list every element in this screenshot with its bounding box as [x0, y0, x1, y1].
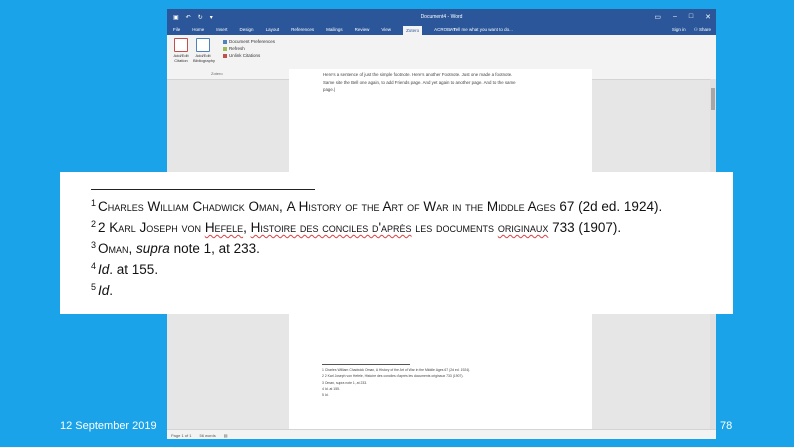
tab-layout[interactable]: Layout — [266, 27, 280, 35]
sign-in-link[interactable]: Sign in — [672, 27, 686, 33]
body-line: Same site the Bell one again, to add Fri… — [323, 79, 516, 85]
refresh-button[interactable]: Refresh — [223, 45, 275, 52]
ribbon-group-label: Zotero — [211, 71, 223, 76]
title-bar: ▣ ↶ ↻ ▾ Document4 - Word ▭ – □ ✕ — [167, 9, 716, 25]
refresh-icon — [223, 46, 227, 51]
footnote-3: 3 Oman, supra note 1, at 233. — [91, 240, 260, 256]
footnote-2: 22 Karl Joseph von Hefele, Histoire des … — [91, 219, 622, 235]
page-count[interactable]: Page 1 of 1 — [171, 433, 191, 438]
window-title: Document4 - Word — [420, 14, 463, 20]
footnote-number: 2 — [91, 219, 97, 229]
body-line: page.| — [323, 87, 336, 92]
share-button[interactable]: ⚇ Share — [694, 27, 711, 33]
add-bibliography-button[interactable]: Add/Edit Bibliography — [193, 38, 215, 63]
slide-date: 12 September 2019 — [60, 420, 157, 432]
footnote-4: 4 Id. at 155. — [91, 261, 159, 277]
tab-home[interactable]: Home — [192, 27, 204, 35]
footnote-1: 1 Charles William Chadwick Oman, A Histor… — [91, 198, 663, 214]
document-body[interactable]: Here's a sentence of just the simple foo… — [323, 71, 563, 94]
tell-me-search[interactable]: ♀ Tell me what you want to do... — [449, 27, 513, 32]
footnote-zoom-callout: 1 Charles William Chadwick Oman, A Histor… — [60, 172, 733, 314]
ribbon-tabs: File Home Insert Design Layout Reference… — [167, 25, 716, 35]
tab-references[interactable]: References — [291, 27, 314, 35]
unlink-icon — [223, 53, 227, 58]
tab-design[interactable]: Design — [240, 27, 254, 35]
maximize-icon[interactable]: □ — [689, 13, 693, 21]
footnote-number: 3 — [91, 240, 97, 250]
status-bar: Page 1 of 1 56 words ▤ — [167, 429, 716, 439]
ribbon-small-buttons: Document Preferences Refresh Unlink Cita… — [223, 38, 275, 59]
footnote-5: 5 Id. — [91, 282, 114, 298]
footnote-separator-zoomed — [91, 189, 315, 190]
tab-file[interactable]: File — [173, 27, 180, 35]
footnote-number: 5 — [91, 282, 97, 292]
word-count[interactable]: 56 words — [199, 433, 215, 438]
scrollbar-thumb[interactable] — [711, 88, 715, 110]
ribbon-display-icon[interactable]: ▭ — [654, 13, 661, 21]
footnote-line: 2 2 Karl Joseph von Hefele, Histoire des… — [322, 374, 464, 379]
tab-view[interactable]: View — [381, 27, 391, 35]
body-line: Here's a sentence of just the simple foo… — [323, 72, 513, 77]
page-footnotes: 1 Charles William Chadwick Oman, A Histo… — [322, 367, 470, 398]
preferences-icon — [223, 39, 227, 44]
unlink-citations-button[interactable]: Unlink Citations — [223, 52, 275, 59]
document-preferences-button[interactable]: Document Preferences — [223, 38, 275, 45]
footnote-number: 1 — [91, 198, 97, 208]
tab-insert[interactable]: Insert — [216, 27, 227, 35]
close-icon[interactable]: ✕ — [705, 13, 711, 21]
tab-review[interactable]: Review — [355, 27, 370, 35]
bibliography-icon — [196, 38, 210, 52]
footnote-separator — [322, 364, 410, 365]
minimize-icon[interactable]: – — [673, 13, 677, 21]
tab-zotero[interactable]: Zotero — [403, 26, 423, 35]
window-controls: ▭ – □ ✕ — [654, 13, 711, 21]
footnote-line: 5 Id. — [322, 393, 329, 398]
proofing-icon[interactable]: ▤ — [224, 433, 228, 438]
tab-mailings[interactable]: Mailings — [326, 27, 343, 35]
add-citation-button[interactable]: Add/Edit Citation — [171, 38, 191, 63]
slide-page-number: 78 — [720, 420, 733, 432]
footnote-number: 4 — [91, 261, 97, 271]
citation-icon — [174, 38, 188, 52]
